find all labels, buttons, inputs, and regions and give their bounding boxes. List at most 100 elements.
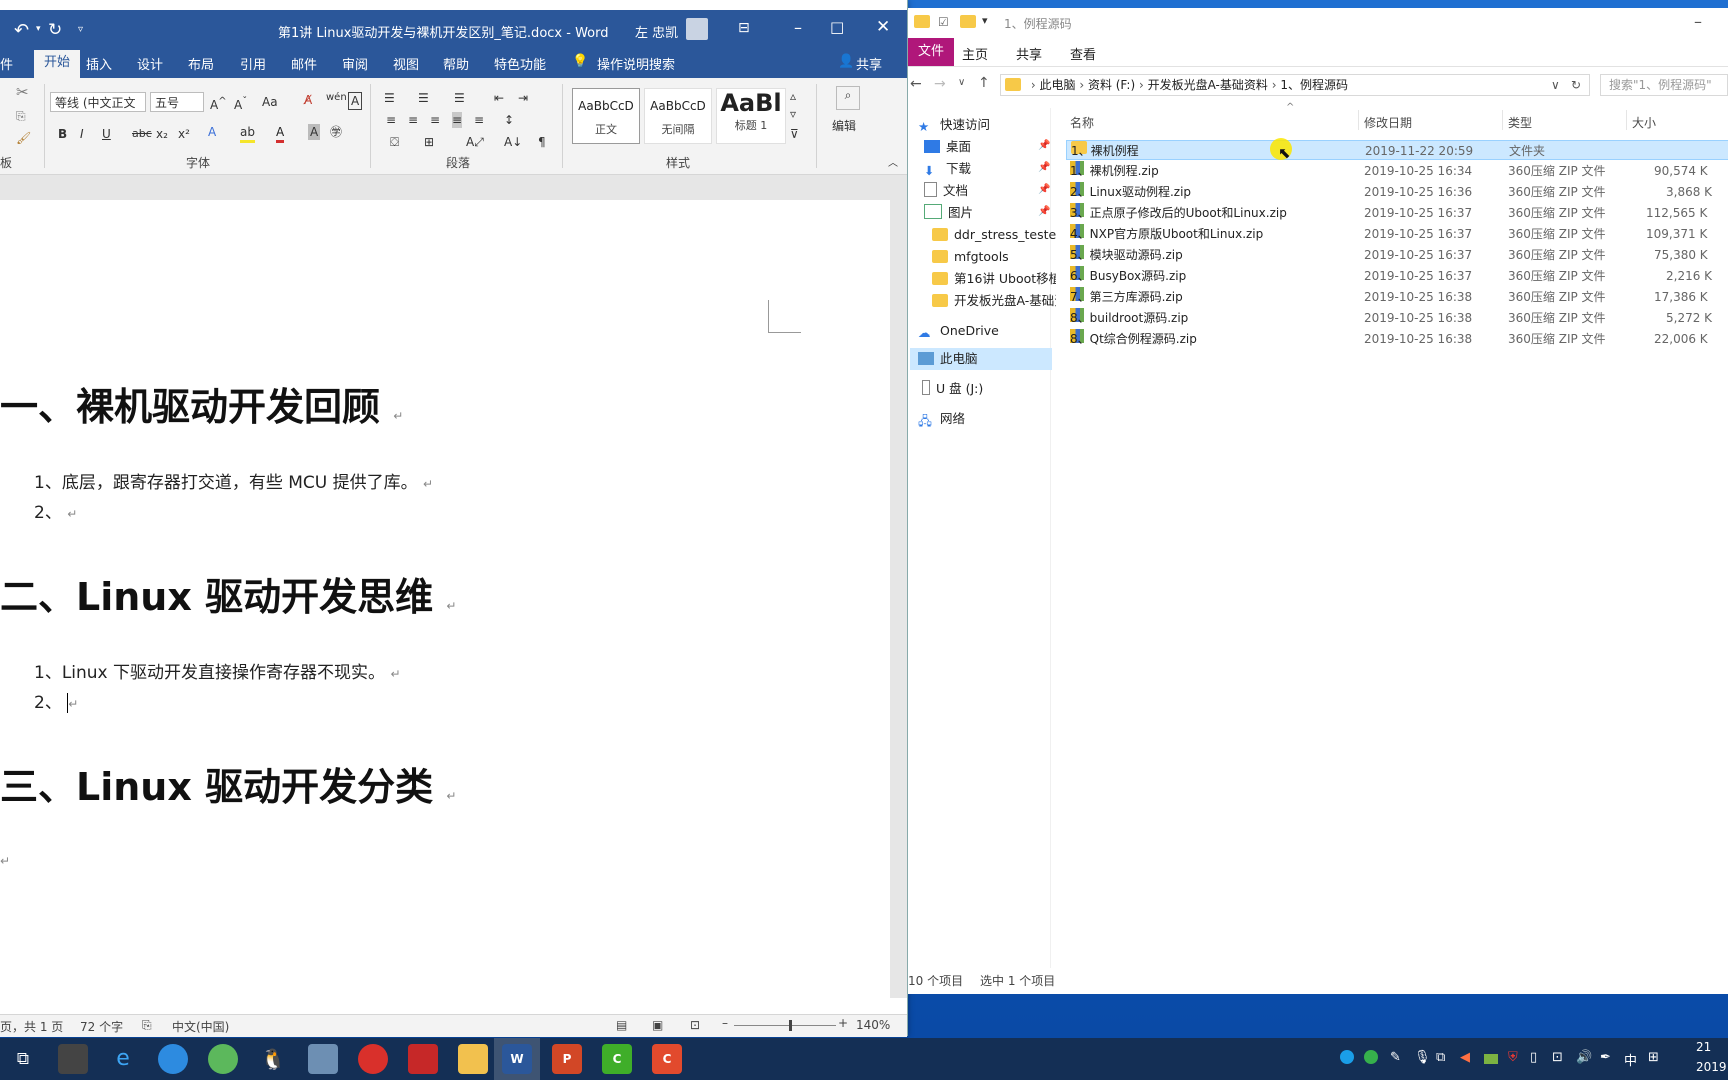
- zoom-in-icon[interactable]: +: [838, 1016, 848, 1030]
- powerpoint-app-icon[interactable]: P: [552, 1044, 582, 1074]
- breadcrumb-folder[interactable]: 开发板光盘A-基础资料: [1148, 78, 1268, 92]
- qq-penguin-icon[interactable]: 🐧: [258, 1044, 288, 1074]
- breadcrumb-current[interactable]: 1、例程源码: [1280, 78, 1348, 92]
- breadcrumb-this-pc[interactable]: 此电脑: [1039, 78, 1075, 92]
- tab-review[interactable]: 审阅: [342, 54, 368, 73]
- file-row[interactable]: 2、Linux驱动例程.zip 2019-10-25 16:36 360压缩 Z…: [1066, 182, 1728, 202]
- justify-icon[interactable]: ≡: [452, 112, 463, 128]
- tab-view[interactable]: 查看: [1070, 44, 1096, 63]
- ime-indicator[interactable]: 中: [1624, 1050, 1637, 1069]
- font-color-icon[interactable]: A: [276, 124, 285, 143]
- styles-more-icon[interactable]: ⊽: [790, 126, 799, 142]
- nav-this-pc[interactable]: 此电脑: [910, 348, 1052, 370]
- forward-icon[interactable]: →: [934, 76, 946, 92]
- camtasia-green-icon[interactable]: C: [602, 1044, 632, 1074]
- multilevel-list-icon[interactable]: ☰: [454, 90, 465, 106]
- tab-layout[interactable]: 布局: [188, 54, 214, 73]
- file-row[interactable]: 8、buildroot源码.zip 2019-10-25 16:38 360压缩…: [1066, 308, 1728, 328]
- file-row[interactable]: 1、裸机例程 2019-11-22 20:59 文件夹: [1066, 140, 1728, 160]
- edge-browser-icon[interactable]: e: [108, 1044, 138, 1074]
- tab-design[interactable]: 设计: [137, 54, 163, 73]
- sort-icon[interactable]: A↓: [504, 134, 522, 150]
- tab-special-features[interactable]: 特色功能: [494, 54, 546, 73]
- decrease-indent-icon[interactable]: ⇤: [494, 90, 504, 106]
- clear-formatting-icon[interactable]: A̸: [304, 92, 312, 108]
- tab-mailings[interactable]: 邮件: [291, 54, 317, 73]
- copy-tray-icon[interactable]: ⧉: [1436, 1050, 1445, 1065]
- zoom-level[interactable]: 140%: [856, 1018, 890, 1032]
- clock-time[interactable]: 21: [1696, 1040, 1711, 1054]
- tab-file[interactable]: 文件: [908, 38, 955, 66]
- align-left-icon[interactable]: ≡: [386, 112, 396, 128]
- character-shading-icon[interactable]: A: [308, 124, 321, 140]
- shading-icon[interactable]: ⛋: [390, 134, 399, 150]
- volume-icon[interactable]: 🔊: [1576, 1050, 1592, 1065]
- file-row[interactable]: 6、BusyBox源码.zip 2019-10-25 16:37 360压缩 Z…: [1066, 266, 1728, 286]
- usb-device-icon[interactable]: ▯: [1530, 1050, 1537, 1065]
- tab-file[interactable]: 件: [0, 54, 13, 73]
- style-heading-1[interactable]: AaBl 标题 1: [716, 88, 786, 144]
- netease-music-icon[interactable]: [358, 1044, 388, 1074]
- nav-network[interactable]: 🖧 网络: [918, 408, 965, 430]
- tray-ime-tool-icon[interactable]: ✎: [1390, 1050, 1401, 1065]
- undo-dropdown-icon[interactable]: ▾: [36, 24, 41, 34]
- user-avatar[interactable]: [686, 18, 708, 40]
- nav-ddr-stress-tester[interactable]: ddr_stress_tester_: [932, 224, 1068, 246]
- tab-references[interactable]: 引用: [240, 54, 266, 73]
- phonetic-guide-icon[interactable]: wén: [326, 90, 347, 106]
- address-dropdown-icon[interactable]: ∨: [1551, 75, 1560, 95]
- minimize-icon[interactable]: –: [1694, 12, 1702, 31]
- column-divider[interactable]: [1358, 110, 1359, 130]
- tab-home[interactable]: 主页: [962, 44, 988, 63]
- increase-indent-icon[interactable]: ⇥: [518, 90, 528, 106]
- file-row[interactable]: 3、正点原子修改后的Uboot和Linux.zip 2019-10-25 16:…: [1066, 203, 1728, 223]
- nav-documents[interactable]: 文档: [924, 180, 968, 202]
- file-row[interactable]: 7、第三方库源码.zip 2019-10-25 16:38 360压缩 ZIP …: [1066, 287, 1728, 307]
- word-app-icon[interactable]: W: [502, 1044, 532, 1074]
- word-count[interactable]: 72 个字: [80, 1018, 123, 1035]
- microphone-icon[interactable]: 🎙: [1414, 1050, 1431, 1065]
- cut-icon[interactable]: ✂: [16, 84, 29, 100]
- file-row[interactable]: 1、裸机例程.zip 2019-10-25 16:34 360压缩 ZIP 文件…: [1066, 161, 1728, 181]
- text-effects-icon[interactable]: A: [208, 124, 216, 140]
- tab-help[interactable]: 帮助: [443, 54, 469, 73]
- highlight-icon[interactable]: ab: [240, 124, 255, 143]
- maximize-icon[interactable]: □: [830, 18, 844, 36]
- tab-home[interactable]: 开始: [34, 50, 81, 78]
- column-header-size[interactable]: 大小: [1632, 114, 1656, 131]
- print-layout-icon[interactable]: ▣: [652, 1018, 663, 1032]
- grow-font-icon[interactable]: A^: [210, 94, 227, 113]
- pen-icon[interactable]: ✒: [1600, 1050, 1611, 1065]
- tell-me-search[interactable]: 操作说明搜索: [597, 54, 675, 73]
- numbering-icon[interactable]: ☰: [418, 90, 429, 106]
- show-marks-icon[interactable]: ¶: [538, 134, 546, 150]
- clock-date[interactable]: 2019: [1696, 1060, 1727, 1074]
- web-layout-icon[interactable]: ⊡: [690, 1018, 700, 1032]
- nvidia-icon[interactable]: [1484, 1054, 1498, 1064]
- bullets-icon[interactable]: ☰: [384, 90, 395, 106]
- column-header-type[interactable]: 类型: [1508, 114, 1532, 131]
- file-row[interactable]: 4、NXP官方原版Uboot和Linux.zip 2019-10-25 16:3…: [1066, 224, 1728, 244]
- properties-icon[interactable]: ☑: [938, 15, 949, 29]
- read-mode-icon[interactable]: ▤: [616, 1018, 627, 1032]
- copy-icon[interactable]: ⎘: [16, 108, 26, 124]
- editing-button[interactable]: 编辑: [832, 118, 856, 134]
- quick-access-customize-icon[interactable]: ▿: [78, 24, 83, 35]
- page-count[interactable]: 页，共 1 页: [0, 1018, 63, 1035]
- tab-insert[interactable]: 插入: [86, 54, 112, 73]
- nav-lecture-16[interactable]: 第16讲 Uboot移植: [932, 268, 1061, 290]
- borders-icon[interactable]: ⊞: [424, 134, 434, 150]
- pin-icon[interactable]: 📌: [1038, 140, 1050, 151]
- address-bar[interactable]: › 此电脑 › 资料 (F:) › 开发板光盘A-基础资料 › 1、例程源码 ∨…: [1000, 74, 1590, 96]
- find-icon[interactable]: ⌕: [836, 86, 860, 110]
- minimize-icon[interactable]: –: [794, 18, 802, 37]
- share-button[interactable]: 共享: [856, 54, 882, 73]
- redo-icon[interactable]: ↻: [48, 20, 62, 40]
- format-painter-icon[interactable]: 🖌: [16, 130, 31, 146]
- collapse-ribbon-icon[interactable]: ︿: [888, 156, 898, 172]
- skype-icon[interactable]: [1340, 1050, 1354, 1064]
- zoom-out-icon[interactable]: –: [722, 1016, 728, 1030]
- nav-desktop[interactable]: 桌面: [924, 136, 971, 158]
- word-user-name[interactable]: 左 忠凯: [635, 22, 678, 41]
- recent-locations-icon[interactable]: ∨: [958, 77, 965, 88]
